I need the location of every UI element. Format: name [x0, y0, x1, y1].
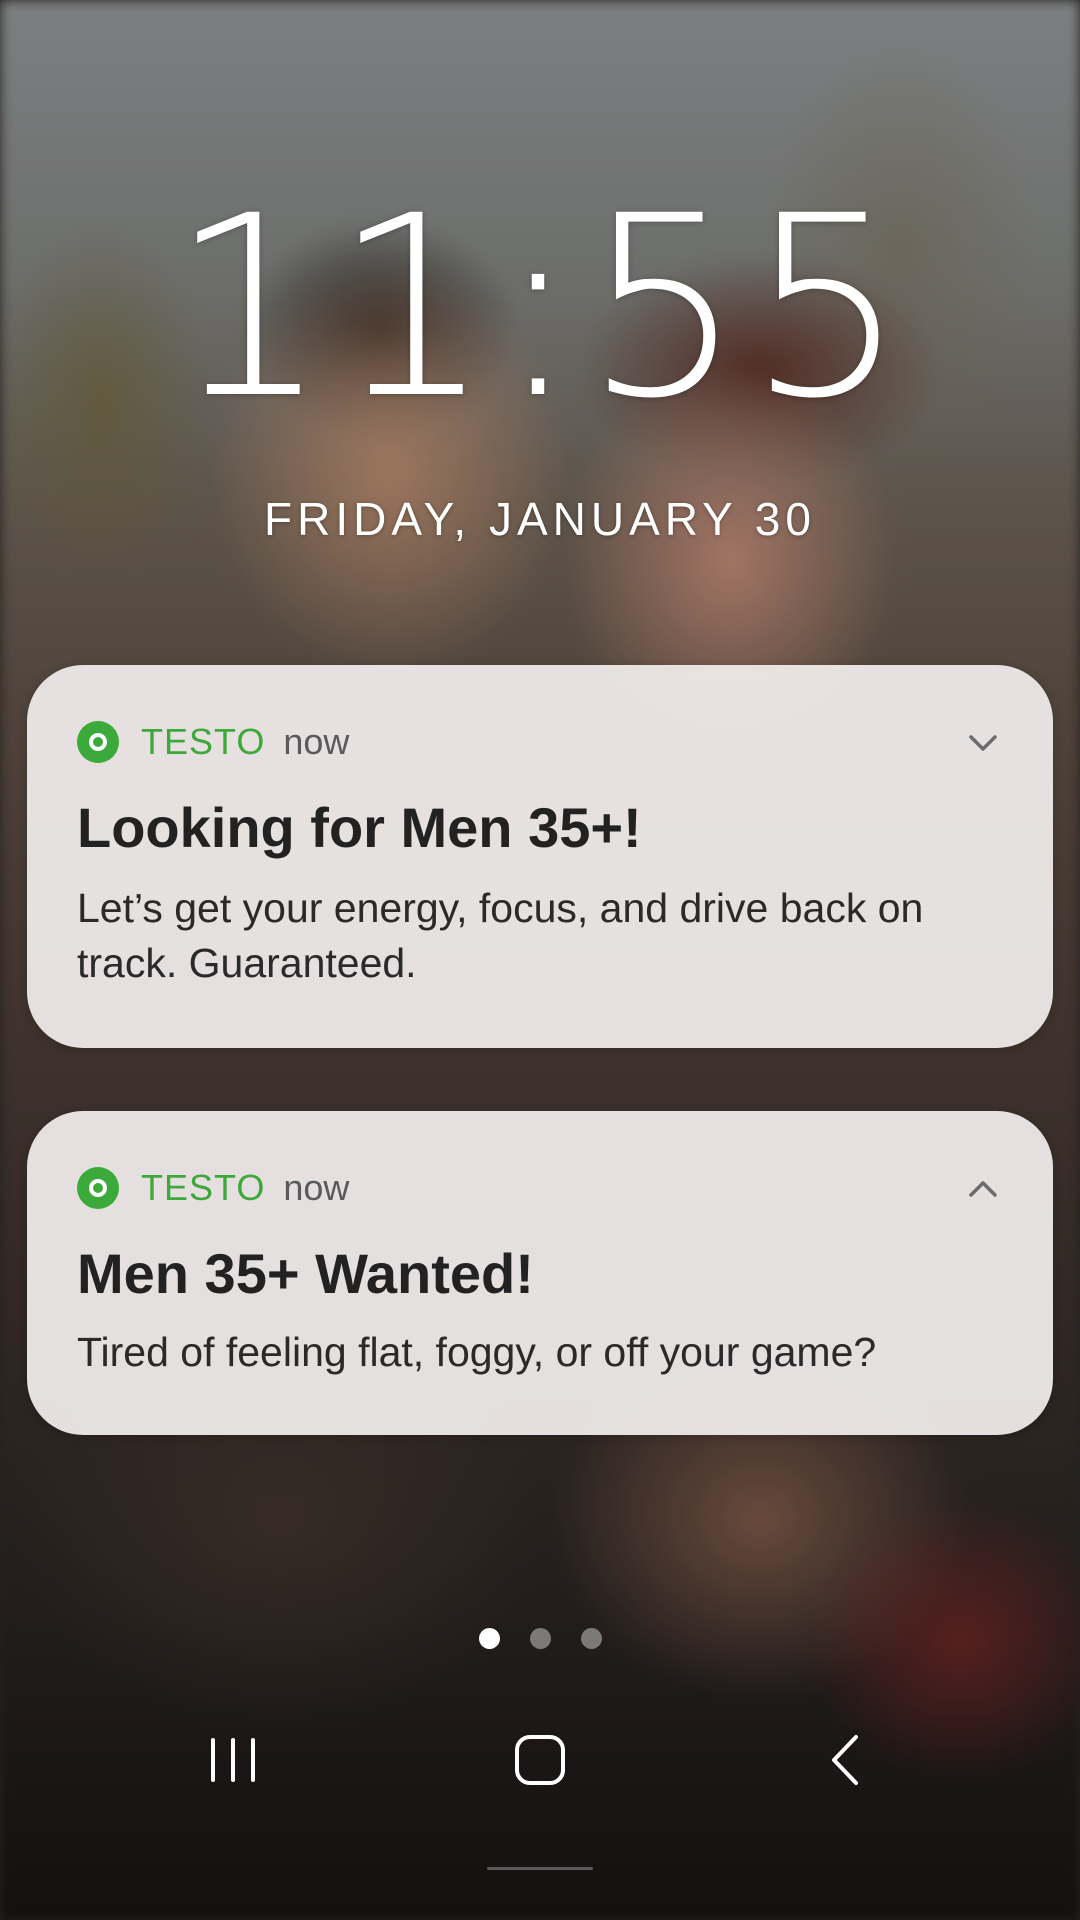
notification-header: TESTO now [77, 1163, 349, 1213]
notification-body: Tired of feeling flat, foggy, or off you… [77, 1329, 877, 1375]
page-dot[interactable] [529, 1628, 551, 1649]
chevron-down-icon[interactable] [963, 723, 1003, 763]
notification-title: Men 35+ Wanted! [77, 1242, 534, 1305]
notification-body: Let’s get your energy, focus, and drive … [77, 885, 924, 986]
notification-app-name: TESTO [141, 721, 266, 762]
back-button[interactable] [804, 1730, 884, 1790]
app-icon [77, 721, 119, 763]
recents-icon [211, 1738, 255, 1782]
notification-card[interactable]: TESTO now Looking for Men 35+! Let’s get… [27, 665, 1053, 1048]
lock-screen: 11:55 FRIDAY, JANUARY 30 TESTO now Looki… [0, 0, 1080, 1920]
lockscreen-date: FRIDAY, JANUARY 30 [264, 493, 816, 545]
back-icon [832, 1735, 858, 1785]
notification-time: now [283, 721, 350, 762]
page-indicator [0, 1628, 1080, 1649]
app-icon [77, 1167, 119, 1209]
recents-button[interactable] [193, 1730, 273, 1790]
notification-time: now [283, 1167, 350, 1208]
notification-card[interactable]: TESTO now Men 35+ Wanted! Tired of feeli… [27, 1111, 1053, 1435]
page-dot-active[interactable] [478, 1628, 500, 1649]
home-icon [515, 1735, 565, 1785]
notification-header: TESTO now [77, 717, 349, 767]
chevron-up-icon[interactable] [963, 1169, 1003, 1209]
page-dot[interactable] [580, 1628, 602, 1649]
home-indicator [487, 1867, 593, 1870]
notification-title: Looking for Men 35+! [77, 796, 642, 859]
home-button[interactable] [500, 1730, 580, 1790]
notification-app-name: TESTO [141, 1167, 266, 1208]
lockscreen-clock: 11:55 [169, 162, 911, 453]
